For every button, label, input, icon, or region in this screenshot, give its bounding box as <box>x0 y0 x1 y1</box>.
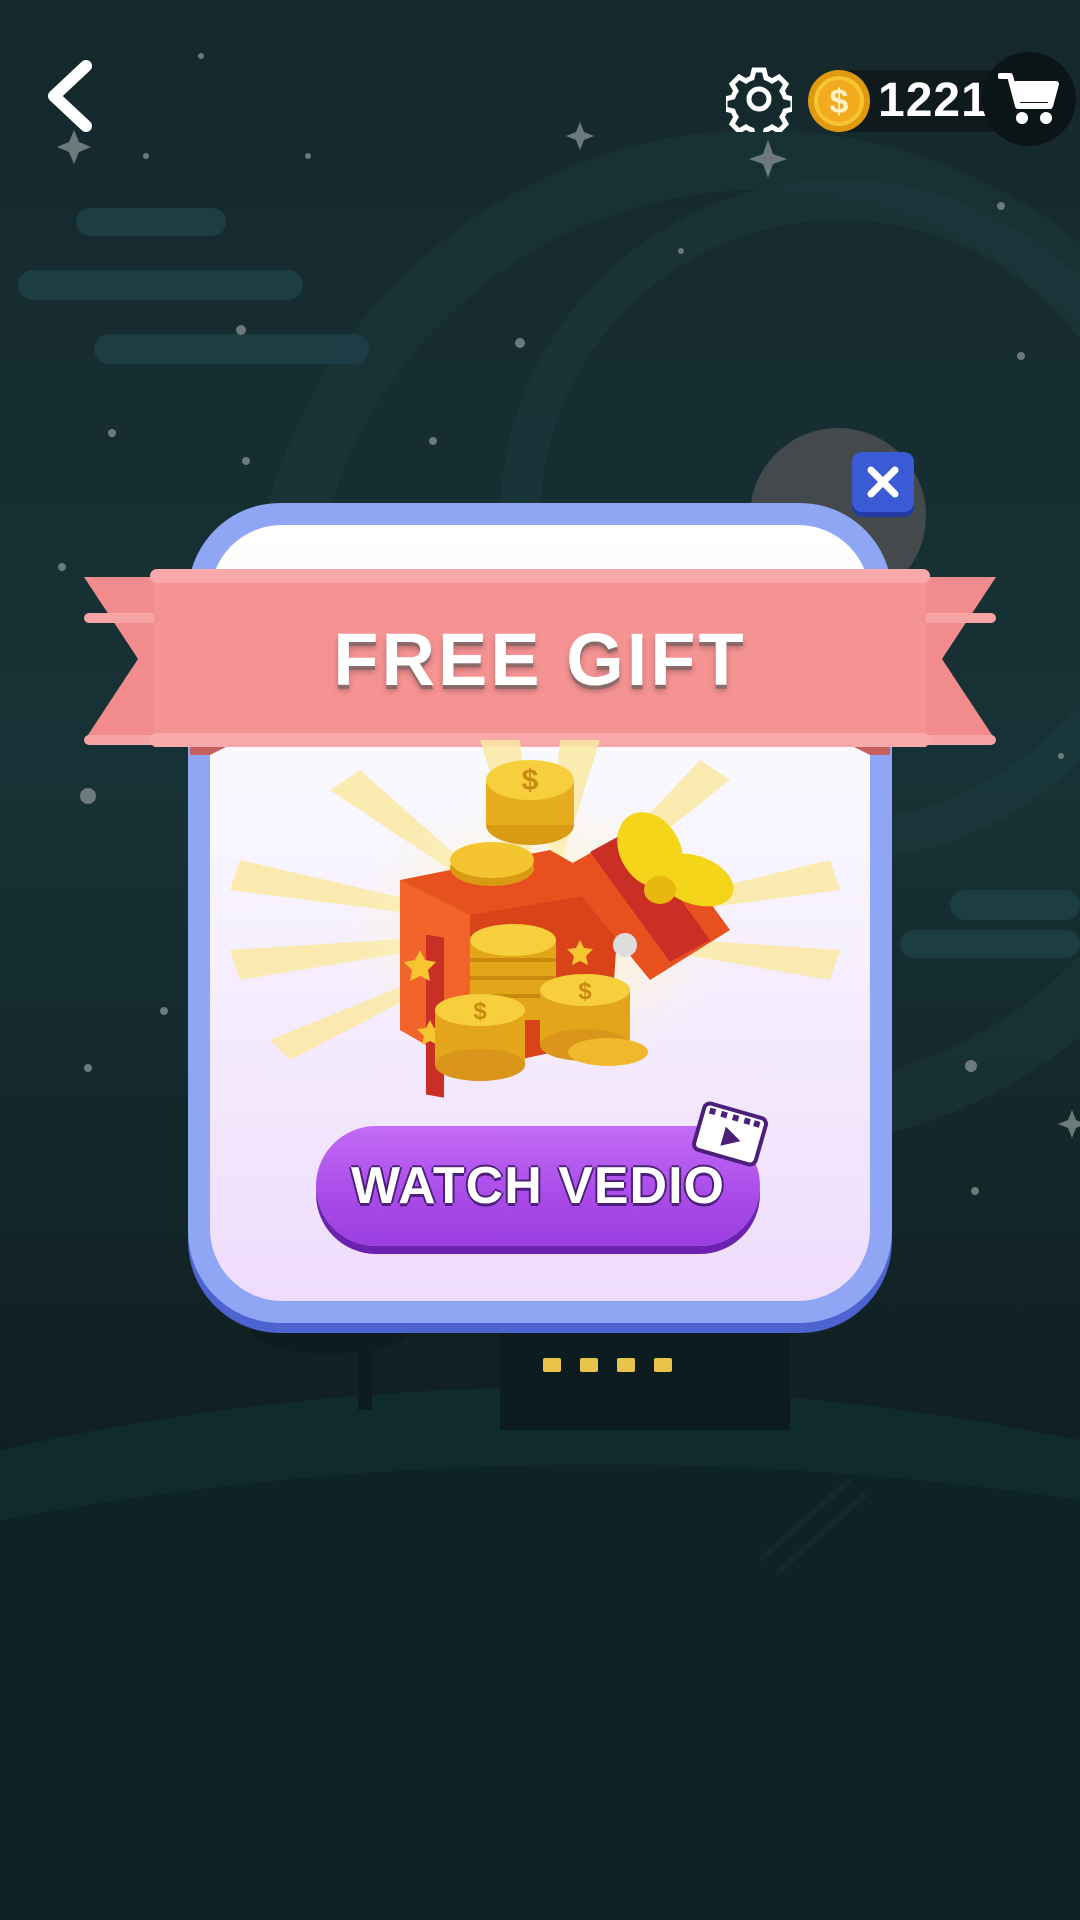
coin-count: 1221 <box>878 74 989 127</box>
shopping-cart-icon <box>998 73 1059 124</box>
chevron-left-icon <box>48 60 92 132</box>
svg-text:$: $ <box>522 764 539 797</box>
gift-box-coins-image: $ $ $ <box>230 740 840 1098</box>
close-button[interactable] <box>852 452 914 512</box>
svg-text:$: $ <box>830 83 849 121</box>
svg-text:$: $ <box>473 998 487 1025</box>
settings-button[interactable] <box>722 66 796 141</box>
svg-text:$: $ <box>578 978 592 1005</box>
shop-cart-button[interactable] <box>982 52 1076 146</box>
gear-icon <box>722 67 796 141</box>
back-button[interactable] <box>40 58 112 134</box>
video-play-icon <box>692 1101 768 1167</box>
close-icon <box>867 466 899 498</box>
dialog-title: FREE GIFT <box>333 618 747 701</box>
dollar-coin-icon: $ <box>806 68 872 134</box>
game-screen: $ 1221 FREE GIFT $ $ $ WATCH VEDIO <box>0 0 1080 1920</box>
